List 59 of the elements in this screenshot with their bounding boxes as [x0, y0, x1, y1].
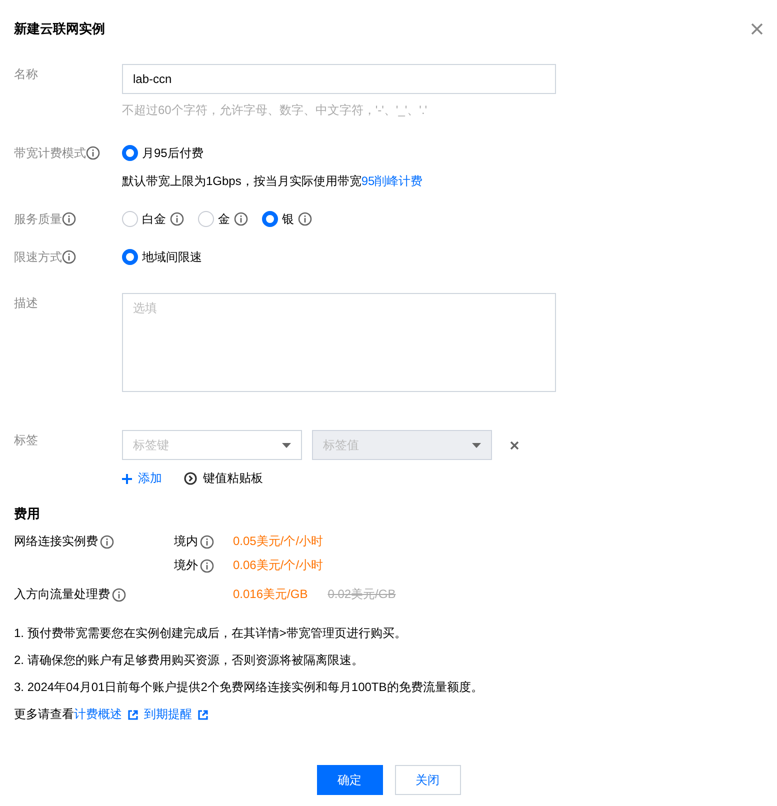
radio-button[interactable]	[198, 211, 214, 227]
chevron-circle-icon	[184, 472, 197, 485]
info-icon[interactable]	[100, 534, 114, 548]
info-icon[interactable]	[62, 212, 76, 226]
radio-option[interactable]: 银	[262, 210, 312, 228]
radio-button[interactable]	[122, 211, 138, 227]
plus-icon	[122, 474, 132, 484]
add-button[interactable]: 添加	[122, 470, 162, 487]
radio-option[interactable]: 地域间限速	[122, 248, 202, 266]
description-field[interactable]: 选填	[122, 293, 556, 392]
fee-label: 入方向流量处理费	[14, 586, 110, 603]
section-title: 费用	[14, 505, 41, 523]
name-input[interactable]: lab-ccn	[122, 64, 556, 94]
price: 0.016美元/GB	[233, 587, 308, 601]
radio-option[interactable]: 金	[198, 210, 248, 228]
radio-option[interactable]: 月95后付费	[122, 144, 204, 162]
price: 0.05美元/个/小时	[233, 534, 324, 548]
note-text: 1. 预付费带宽需要您在实例创建完成后，在其详情>带宽管理页进行购买。	[14, 625, 408, 642]
caret-icon	[472, 442, 481, 448]
radio-option[interactable]: 白金	[122, 210, 184, 228]
confirm-button[interactable]: 确定	[316, 765, 382, 795]
caret-icon	[282, 442, 291, 448]
field-label: 名称	[14, 66, 38, 82]
field-label: 服务质量	[14, 210, 62, 228]
field-label: 限速方式	[14, 248, 62, 266]
billing-link[interactable]: 95削峰计费	[361, 174, 423, 188]
close-icon[interactable]	[751, 23, 763, 35]
dialog-title: 新建云联网实例	[14, 20, 105, 38]
paste-button[interactable]: 键值粘贴板	[184, 470, 263, 487]
info-icon[interactable]	[298, 212, 312, 226]
close-button[interactable]: 关闭	[394, 765, 460, 795]
radio-button[interactable]	[262, 211, 278, 227]
info-icon[interactable]	[170, 212, 184, 226]
info-icon[interactable]	[200, 558, 214, 572]
external-link-icon[interactable]	[198, 710, 208, 720]
info-icon[interactable]	[112, 588, 126, 602]
fee-label: 网络连接实例费	[14, 533, 98, 550]
region-label: 境内	[174, 533, 198, 550]
billing-note: 默认带宽上限为1Gbps，按当月实际使用带宽95削峰计费	[122, 173, 423, 190]
external-link-icon[interactable]	[128, 710, 138, 720]
doc-link[interactable]: 计费概述	[74, 706, 122, 723]
old-price: 0.02美元/GB	[328, 587, 396, 601]
region-label: 境外	[174, 557, 198, 574]
info-icon[interactable]	[234, 212, 248, 226]
radio-button[interactable]	[122, 249, 138, 265]
field-label: 带宽计费模式	[14, 144, 86, 162]
info-icon[interactable]	[86, 146, 100, 160]
name-hint: 不超过60个字符，允许字母、数字、中文字符，'-'、'_'、'.'	[122, 102, 428, 119]
field-label: 标签	[14, 432, 38, 448]
field-label: 描述	[14, 294, 38, 312]
info-icon[interactable]	[62, 250, 76, 264]
note-text: 3. 2024年04月01日前每个账户提供2个免费网络连接实例和每月100TB的免费流量额度。	[14, 679, 484, 696]
doc-link[interactable]: 到期提醒	[144, 706, 192, 723]
note-text: 2. 请确保您的账户有足够费用购买资源，否则资源将被隔离限速。	[14, 652, 364, 669]
price: 0.06美元/个/小时	[233, 558, 324, 572]
info-icon[interactable]	[200, 534, 214, 548]
radio-button[interactable]	[122, 145, 138, 161]
more-text: 更多请查看	[14, 706, 74, 723]
remove-icon[interactable]	[510, 440, 519, 450]
